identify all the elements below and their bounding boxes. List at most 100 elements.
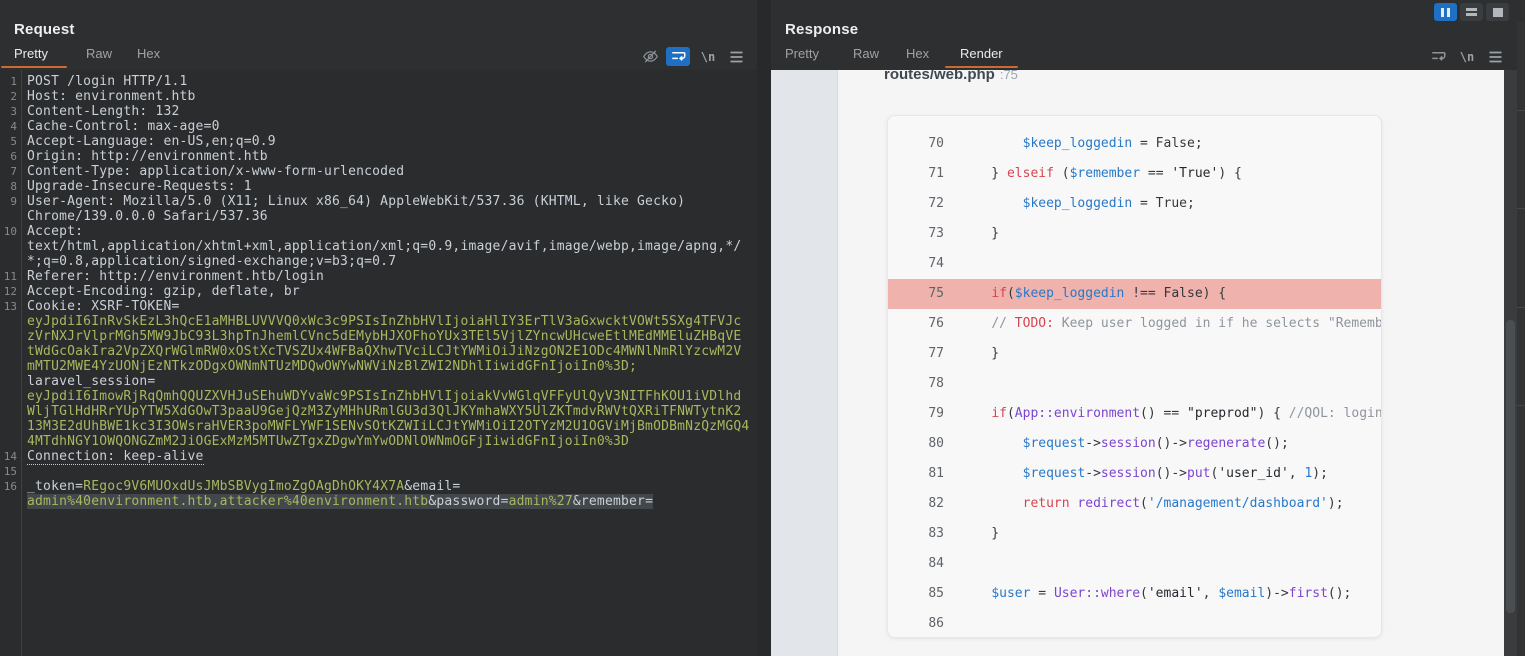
request-text: Content-Type: application/x-www-form-url… xyxy=(27,164,404,179)
request-editor[interactable]: 1POST /login HTTP/1.12Host: environment.… xyxy=(0,70,757,656)
code-line-number: 79 xyxy=(888,399,944,429)
request-line: WljTGlHdHRrYUpYTW5XdGOwT3paaU9GejQzM3ZyM… xyxy=(0,404,757,419)
soft-wrap-toggle[interactable] xyxy=(666,47,690,66)
code-line: 74 xyxy=(888,249,1382,279)
request-line: text/html,application/xhtml+xml,applicat… xyxy=(0,239,757,254)
response-soft-wrap-toggle[interactable] xyxy=(1426,47,1450,66)
code-line-number: 82 xyxy=(888,489,944,519)
code-text: } xyxy=(960,519,999,549)
request-tab-raw[interactable]: Raw xyxy=(86,46,112,68)
request-text: Host: environment.htb xyxy=(27,89,196,104)
hide-nonprinting-icon[interactable] xyxy=(638,47,662,66)
request-line: 4Cache-Control: max-age=0 xyxy=(0,119,757,134)
code-line-number: 86 xyxy=(888,609,944,638)
code-line-number: 77 xyxy=(888,339,944,369)
request-line: 13M3E2dUhBWE1kc3I3OWsraHVER3poMWFLYWF1SE… xyxy=(0,419,757,434)
request-tabbar: Pretty Raw Hex \n xyxy=(0,46,757,70)
code-line: 81 $request->session()->put('user_id', 1… xyxy=(888,459,1382,489)
request-line: admin%40environment.htb,attacker%40envir… xyxy=(0,494,757,509)
request-line: 4MTdhNGY1OWQONGZmM2JiOGExMzM5MTUwZTgxZDg… xyxy=(0,434,757,449)
response-tab-render[interactable]: Render xyxy=(960,46,1003,68)
newline-chars-toggle[interactable]: \n xyxy=(696,47,720,66)
code-line-number: 84 xyxy=(888,549,944,579)
request-line: Chrome/139.0.0.0 Safari/537.36 xyxy=(0,209,757,224)
response-tab-hex[interactable]: Hex xyxy=(906,46,929,68)
code-line-number: 76 xyxy=(888,309,944,339)
request-text: WljTGlHdHRrYUpYTW5XdGOwT3paaU9GejQzM3ZyM… xyxy=(27,404,741,419)
response-tabbar: Pretty Raw Hex Render \n xyxy=(771,46,1525,70)
collapsed-inspector-strip[interactable] xyxy=(1517,70,1525,656)
layout-single-button[interactable] xyxy=(1486,3,1509,21)
request-line: 12Accept-Encoding: gzip, deflate, br xyxy=(0,284,757,299)
rows-bar xyxy=(1466,13,1477,16)
request-text: Content-Length: 132 xyxy=(27,104,180,119)
code-line: 70 $keep_loggedin = False; xyxy=(888,129,1382,159)
pause-bar xyxy=(1447,8,1450,17)
response-menu-button[interactable] xyxy=(1483,47,1507,66)
request-line: 8Upgrade-Insecure-Requests: 1 xyxy=(0,179,757,194)
response-tab-selected-underline xyxy=(945,66,1018,68)
request-line: eyJpdiI6InRvSkEzL3hQcE1aMHBLUVVVQ0xWc3c9… xyxy=(0,314,757,329)
code-text: $user = User::where('email', $email)->fi… xyxy=(960,579,1351,609)
request-line: zVrNXJrVlprMGh5MW9JbC93L3hpTnJhemlCVnc5d… xyxy=(0,329,757,344)
request-line: 2Host: environment.htb xyxy=(0,89,757,104)
line-number: 5 xyxy=(0,134,17,149)
request-text: laravel_session= xyxy=(27,374,155,389)
code-text: } elseif ($remember == 'True') { xyxy=(960,159,1242,189)
eye-slash-icon xyxy=(642,48,659,65)
request-text: text/html,application/xhtml+xml,applicat… xyxy=(27,239,741,254)
request-tab-hex[interactable]: Hex xyxy=(137,46,160,68)
line-number: 16 xyxy=(0,479,17,494)
code-text: } xyxy=(960,339,999,369)
error-file-header: routes/web.php:75 xyxy=(884,70,1018,84)
file-path-label: routes/web.php xyxy=(884,70,995,83)
code-line-highlighted: 75 if($keep_loggedin !== False) { xyxy=(888,279,1382,309)
request-text: Accept-Encoding: gzip, deflate, br xyxy=(27,284,300,299)
request-line: 16_token=REgoc9V6MUOxdUsJMbSBVygImoZgOAg… xyxy=(0,479,757,494)
request-text: eyJpdiI6ImowRjRqQmhQQUZXVHJuSEhuWDYvaWc9… xyxy=(27,389,741,404)
request-text-selected: admin%40environment.htb,attacker%40envir… xyxy=(27,494,653,509)
line-number: 13 xyxy=(0,299,17,314)
panel-splitter[interactable] xyxy=(757,0,771,656)
layout-rows-button[interactable] xyxy=(1460,3,1483,21)
code-line: 84 xyxy=(888,549,1382,579)
code-text: // TODO: Keep user logged in if he selec… xyxy=(960,309,1382,339)
request-menu-button[interactable] xyxy=(724,47,748,66)
response-scrollbar-thumb[interactable] xyxy=(1506,320,1515,613)
code-line: 78 xyxy=(888,369,1382,399)
code-line-number: 85 xyxy=(888,579,944,609)
request-text: eyJpdiI6InRvSkEzL3hQcE1aMHBLUVVVQ0xWc3c9… xyxy=(27,314,741,329)
line-number: 14 xyxy=(0,449,17,464)
request-line: 15 xyxy=(0,464,757,479)
line-number: 9 xyxy=(0,194,17,209)
request-text: tWdGcOakIra2VpZXQrWGlmRW0xOStXcTVSZUx4WF… xyxy=(27,344,741,359)
code-line: 71 } elseif ($remember == 'True') { xyxy=(888,159,1382,189)
code-line-number: 70 xyxy=(888,129,944,159)
code-line: 76 // TODO: Keep user logged in if he se… xyxy=(888,309,1382,339)
request-line: 5Accept-Language: en-US,en;q=0.9 xyxy=(0,134,757,149)
response-tab-pretty[interactable]: Pretty xyxy=(785,46,819,68)
response-newline-chars-toggle[interactable]: \n xyxy=(1455,47,1479,66)
request-text: Connection: keep-alive xyxy=(27,449,204,464)
request-text: zVrNXJrVlprMGh5MW9JbC93L3hpTnJhemlCVnc5d… xyxy=(27,329,741,344)
request-line: tWdGcOakIra2VpZXQrWGlmRW0xOStXcTVSZUx4WF… xyxy=(0,344,757,359)
response-tab-raw[interactable]: Raw xyxy=(853,46,879,68)
rows-bar xyxy=(1466,8,1477,11)
request-tab-pretty[interactable]: Pretty xyxy=(14,46,48,68)
code-text: $keep_loggedin = True; xyxy=(960,189,1195,219)
request-line: laravel_session= xyxy=(0,374,757,389)
code-text: return redirect('/management/dashboard')… xyxy=(960,489,1344,519)
request-text: Accept: xyxy=(27,224,83,239)
code-line: 86 xyxy=(888,609,1382,638)
wrap-lines-icon xyxy=(671,50,686,63)
layout-columns-button[interactable] xyxy=(1434,3,1457,21)
request-line: 11Referer: http://environment.htb/login xyxy=(0,269,757,284)
code-text: $request->session()->put('user_id', 1); xyxy=(960,459,1328,489)
request-line: 10Accept: xyxy=(0,224,757,239)
request-line: 14 Connection: keep-alive xyxy=(0,449,757,464)
request-text: User-Agent: Mozilla/5.0 (X11; Linux x86_… xyxy=(27,194,685,209)
strip-divider xyxy=(1517,405,1525,406)
line-number: 8 xyxy=(0,179,17,194)
code-line-number: 72 xyxy=(888,189,944,219)
code-line-number: 80 xyxy=(888,429,944,459)
